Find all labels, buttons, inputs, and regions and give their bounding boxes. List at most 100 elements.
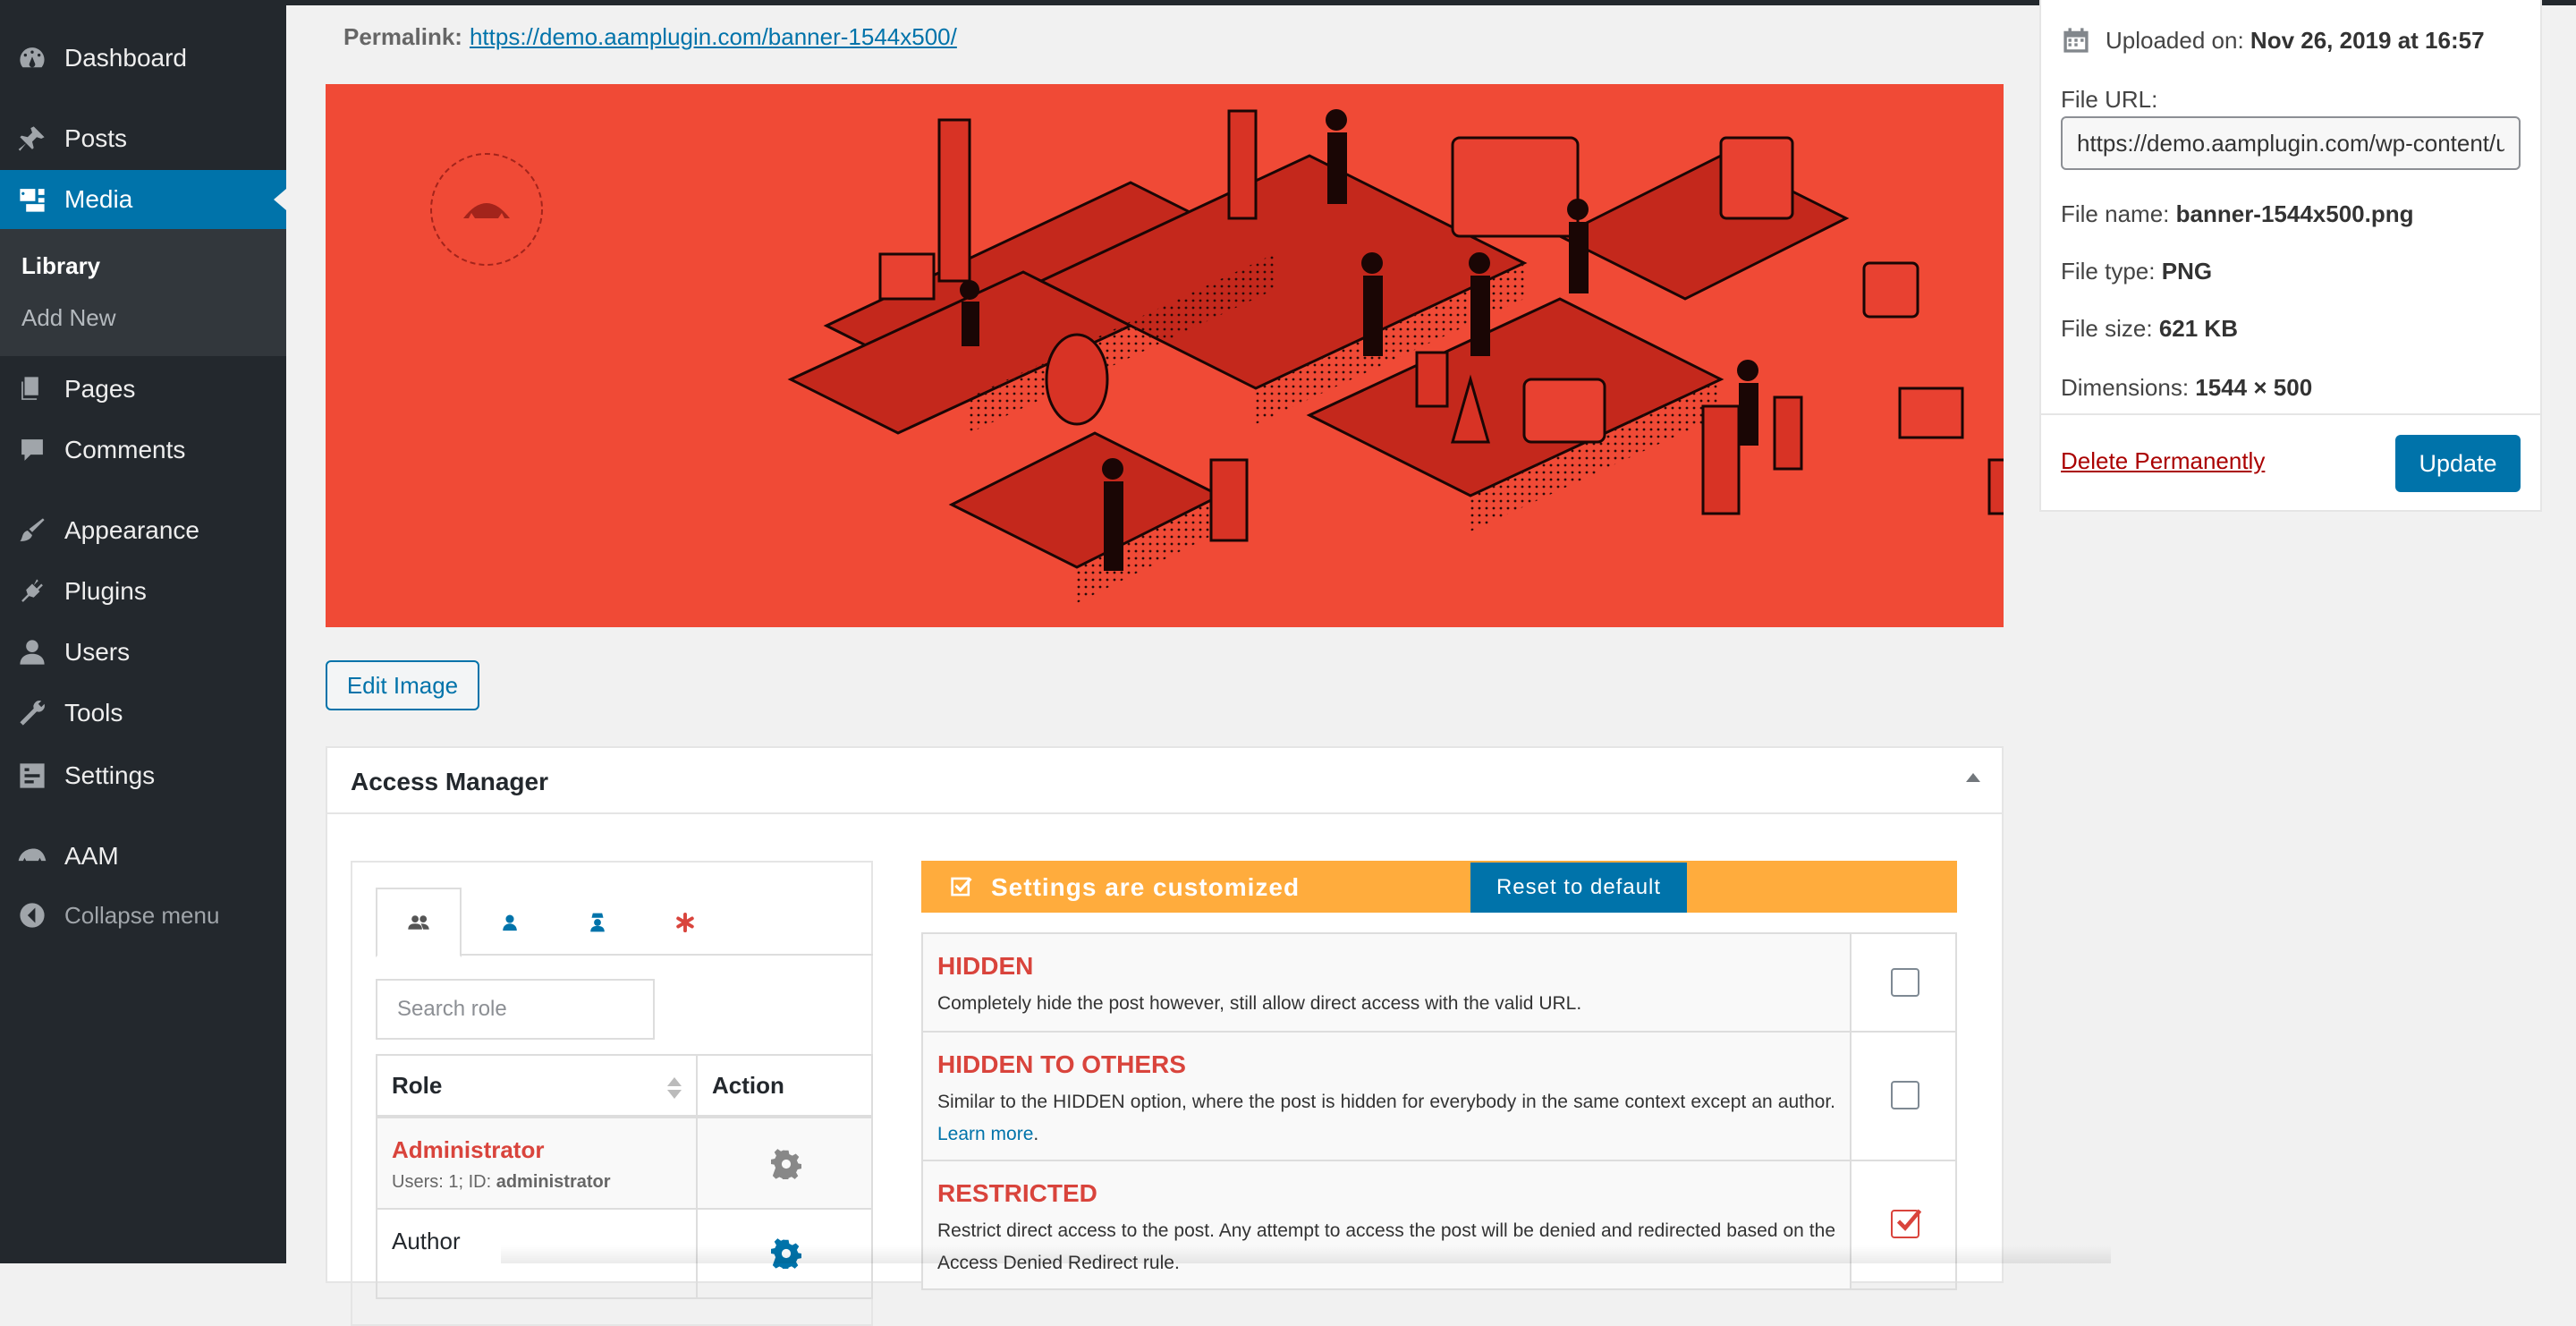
collapse-arrow-icon xyxy=(16,899,48,931)
file-size: File size: 621 KB xyxy=(2061,315,2238,343)
role-meta-prefix: Users: 1; ID: xyxy=(392,1172,496,1192)
reset-to-default-button[interactable]: Reset to default xyxy=(1470,863,1687,913)
tab-users[interactable] xyxy=(467,888,553,957)
role-name[interactable]: Author xyxy=(392,1228,461,1255)
menu-label: Posts xyxy=(64,124,128,152)
menu-label: Users xyxy=(64,638,131,666)
file-type-value: PNG xyxy=(2161,258,2213,285)
user-secret-icon xyxy=(590,913,605,932)
uploaded-label: Uploaded on: xyxy=(2106,27,2244,54)
menu-label: Dashboard xyxy=(64,44,187,72)
brush-icon xyxy=(16,514,48,547)
menu-label: Comments xyxy=(64,436,186,463)
menu-tools[interactable]: Tools xyxy=(0,684,286,743)
option-hidden-to-others: HIDDEN TO OTHERS Similar to the HIDDEN o… xyxy=(923,1033,1955,1161)
armadillo-icon xyxy=(16,840,48,872)
media-icon xyxy=(16,183,48,216)
gear-icon[interactable] xyxy=(771,1149,801,1179)
learn-more-link[interactable]: Learn more xyxy=(937,1124,1033,1144)
uploaded-on: Uploaded on: Nov 26, 2019 at 16:57 xyxy=(2106,27,2485,55)
sort-icon[interactable] xyxy=(667,1077,682,1101)
menu-media[interactable]: Media xyxy=(0,170,286,229)
option-title: HIDDEN xyxy=(937,952,1034,980)
update-button[interactable]: Update xyxy=(2395,435,2521,492)
role-id: administrator xyxy=(496,1172,611,1192)
submenu-library[interactable]: Library xyxy=(21,252,100,280)
option-description: Similar to the HIDDEN option, where the … xyxy=(937,1092,1835,1144)
menu-label: Plugins xyxy=(64,577,147,605)
menu-label: Settings xyxy=(64,761,156,789)
aam-logo-seal xyxy=(430,153,543,266)
table-row[interactable]: Administrator Users: 1; ID: administrato… xyxy=(376,1118,698,1210)
permalink-url[interactable]: https://demo.aamplugin.com/banner-1544x5… xyxy=(470,23,957,50)
file-type: File type: PNG xyxy=(2061,258,2212,285)
bottom-shadow xyxy=(501,1245,2111,1263)
menu-appearance[interactable]: Appearance xyxy=(0,501,286,560)
asterisk-icon xyxy=(676,912,694,933)
file-url-field[interactable] xyxy=(2061,116,2521,170)
menu-label: Tools xyxy=(64,699,123,727)
media-submenu: Library Add New xyxy=(0,229,286,356)
access-manager-panel: Access Manager Role Action xyxy=(326,746,2004,1326)
wrench-icon xyxy=(16,697,48,729)
access-manager-title: Access Manager xyxy=(351,768,549,795)
restricted-checkbox[interactable] xyxy=(1891,1209,1921,1238)
menu-users[interactable]: Users xyxy=(0,623,286,682)
file-name-label: File name: xyxy=(2061,200,2170,227)
menu-label: Appearance xyxy=(64,516,200,544)
dimensions: Dimensions: 1544 × 500 xyxy=(2061,374,2312,402)
plug-icon xyxy=(16,575,48,608)
delete-permanently-link[interactable]: Delete Permanently xyxy=(2061,447,2265,475)
customized-notice: Settings are customized xyxy=(921,861,1957,913)
menu-posts[interactable]: Posts xyxy=(0,109,286,168)
permalink-label: Permalink: xyxy=(343,23,462,50)
hidden-checkbox[interactable] xyxy=(1891,968,1919,997)
file-size-label: File size: xyxy=(2061,315,2153,342)
user-icon xyxy=(503,914,517,931)
role-name[interactable]: Administrator xyxy=(392,1136,544,1164)
permalink: Permalink: https://demo.aamplugin.com/ban… xyxy=(343,23,957,51)
column-role[interactable]: Role xyxy=(376,1054,698,1118)
dashboard-icon xyxy=(16,42,48,74)
calendar-icon xyxy=(2063,28,2089,53)
subject-tabs xyxy=(376,888,873,957)
submenu-add-new[interactable]: Add New xyxy=(21,304,116,332)
edit-image-button[interactable]: Edit Image xyxy=(326,660,479,710)
menu-pages[interactable]: Pages xyxy=(0,360,286,419)
role-meta: Users: 1; ID: administrator xyxy=(392,1172,611,1193)
menu-label: AAM xyxy=(64,842,119,870)
attachment-details-panel: Uploaded on: Nov 26, 2019 at 16:57 File … xyxy=(2039,0,2542,512)
file-type-label: File type: xyxy=(2061,258,2156,285)
option-title: HIDDEN TO OTHERS xyxy=(937,1050,1186,1078)
pin-icon xyxy=(16,123,48,155)
collapse-toggle-icon[interactable] xyxy=(1966,773,1980,782)
comment-icon xyxy=(16,434,48,466)
tab-roles[interactable] xyxy=(376,888,462,957)
menu-plugins[interactable]: Plugins xyxy=(0,562,286,621)
file-name-value: banner-1544x500.png xyxy=(2175,200,2414,227)
access-manager-header[interactable]: Access Manager xyxy=(327,748,2002,814)
media-image-preview xyxy=(326,84,2004,627)
menu-label: Pages xyxy=(64,375,136,403)
tab-visitor[interactable] xyxy=(555,888,640,957)
role-action-cell xyxy=(696,1118,873,1210)
option-description: Completely hide the post however, still … xyxy=(937,993,1582,1014)
menu-dashboard[interactable]: Dashboard xyxy=(0,29,286,88)
file-size-value: 621 KB xyxy=(2158,315,2238,342)
search-role-input[interactable] xyxy=(376,979,655,1040)
uploaded-value: Nov 26, 2019 at 16:57 xyxy=(2250,27,2485,54)
column-action-label: Action xyxy=(712,1071,784,1099)
collapse-label: Collapse menu xyxy=(64,901,220,929)
collapse-menu-button[interactable]: Collapse menu xyxy=(0,886,286,945)
menu-settings[interactable]: Settings xyxy=(0,746,286,805)
tab-default[interactable] xyxy=(642,888,728,957)
file-url-label: File URL: xyxy=(2061,86,2158,113)
column-role-label: Role xyxy=(392,1071,443,1099)
option-title: RESTRICTED xyxy=(937,1179,1097,1207)
hidden-to-others-checkbox[interactable] xyxy=(1891,1081,1919,1109)
customized-notice-text: Settings are customized xyxy=(991,873,1301,901)
divider xyxy=(2041,413,2540,415)
menu-aam[interactable]: AAM xyxy=(0,827,286,886)
option-hidden: HIDDEN Completely hide the post however,… xyxy=(923,934,1955,1033)
menu-comments[interactable]: Comments xyxy=(0,421,286,480)
